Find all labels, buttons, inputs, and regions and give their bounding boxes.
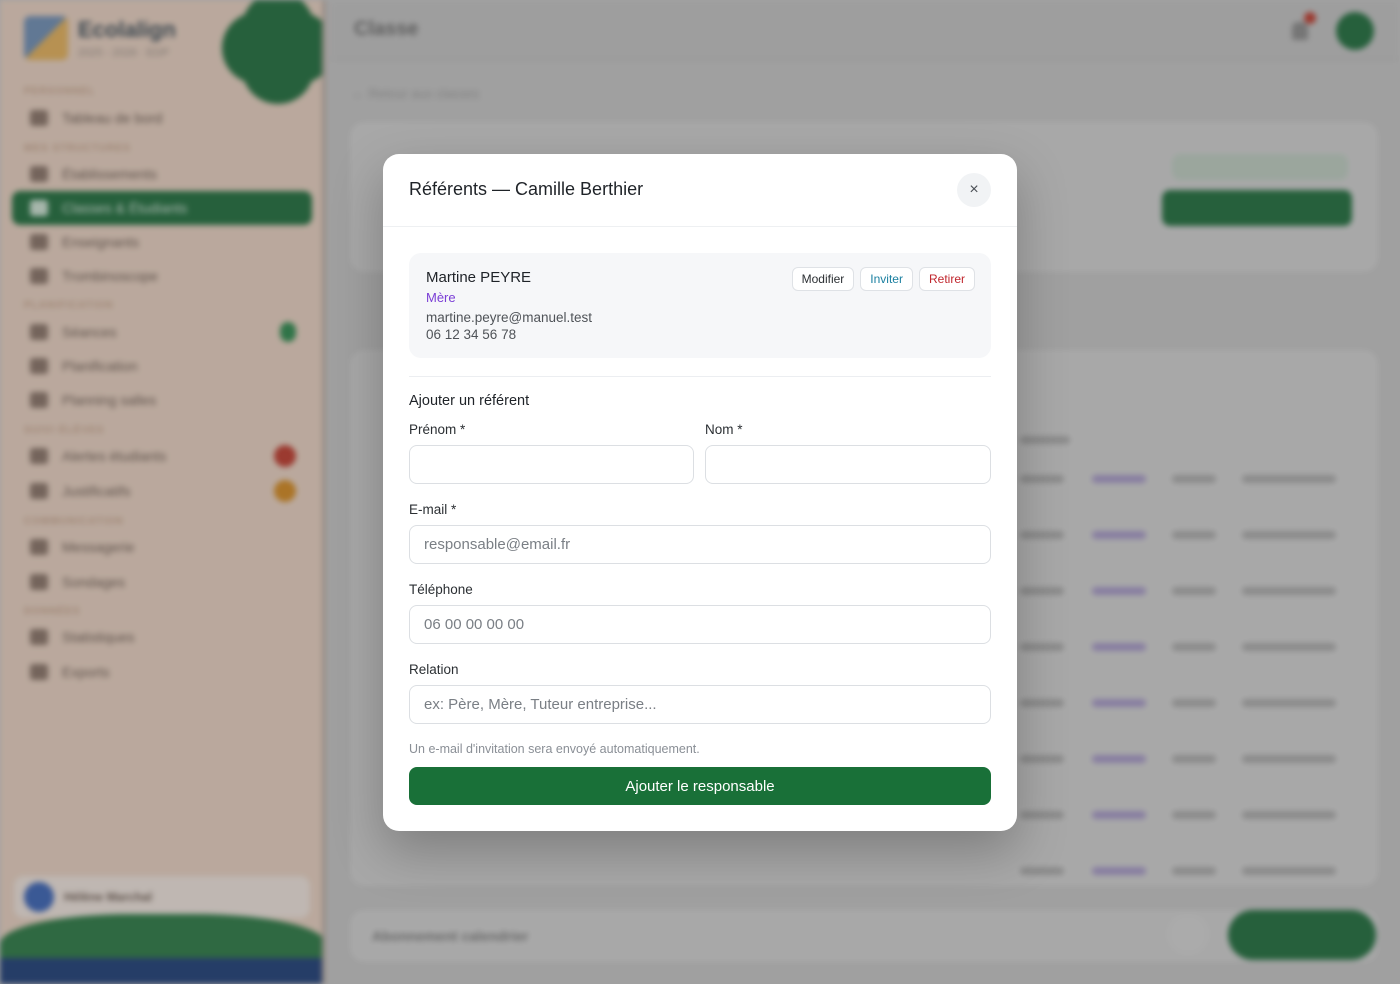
divider bbox=[409, 376, 991, 377]
referent-actions: Modifier Inviter Retirer bbox=[791, 267, 975, 291]
modal-title: Référents — Camille Berthier bbox=[409, 179, 644, 199]
lastname-field[interactable] bbox=[705, 445, 991, 484]
phone-label: Téléphone bbox=[409, 582, 473, 597]
relation-field[interactable] bbox=[409, 685, 991, 724]
invite-referent-button[interactable]: Inviter bbox=[860, 267, 913, 291]
referent-phone: 06 12 34 56 78 bbox=[426, 327, 517, 342]
remove-referent-button[interactable]: Retirer bbox=[918, 267, 975, 291]
close-icon: × bbox=[969, 181, 979, 198]
invitation-hint: Un e-mail d'invitation sera envoyé autom… bbox=[409, 742, 700, 756]
lastname-label: Nom * bbox=[705, 422, 743, 437]
phone-field[interactable] bbox=[409, 605, 991, 644]
edit-referent-button[interactable]: Modifier bbox=[791, 267, 855, 291]
referent-email: martine.peyre@manuel.test bbox=[426, 310, 593, 325]
firstname-label: Prénom * bbox=[409, 422, 466, 437]
firstname-field[interactable] bbox=[409, 445, 694, 484]
modal-header: Référents — Camille Berthier × bbox=[383, 154, 1017, 227]
relation-label: Relation bbox=[409, 662, 459, 677]
email-field[interactable] bbox=[409, 525, 991, 564]
referent-card: Martine PEYRE Mère martine.peyre@manuel.… bbox=[409, 253, 991, 358]
email-label: E-mail * bbox=[409, 502, 457, 517]
referent-relation: Mère bbox=[426, 290, 456, 305]
referent-name: Martine PEYRE bbox=[426, 269, 532, 286]
add-referent-heading: Ajouter un référent bbox=[409, 393, 530, 409]
close-button[interactable]: × bbox=[957, 173, 991, 207]
add-referent-button[interactable]: Ajouter le responsable bbox=[409, 767, 991, 805]
referents-modal: Référents — Camille Berthier × Martine P… bbox=[383, 154, 1017, 831]
